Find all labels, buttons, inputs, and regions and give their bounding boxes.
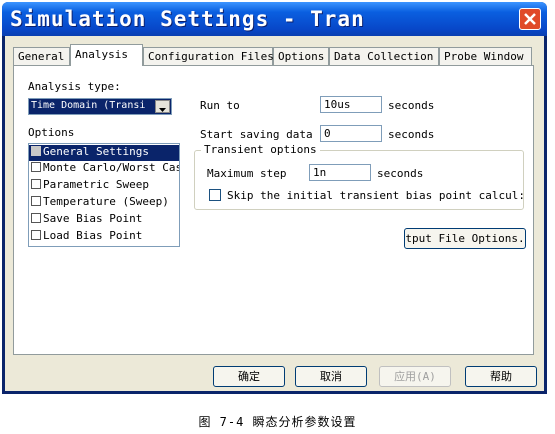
tab-options[interactable]: Options xyxy=(273,47,329,65)
analysis-type-label: Analysis type: xyxy=(28,80,121,93)
ok-button[interactable]: 确定 xyxy=(213,366,285,387)
close-button[interactable] xyxy=(519,8,541,30)
checkbox-icon[interactable] xyxy=(31,162,41,172)
tab-data-collection[interactable]: Data Collection xyxy=(329,47,439,65)
analysis-panel: Analysis type: Time Domain (Transi Optio… xyxy=(13,65,534,355)
checkbox-icon[interactable] xyxy=(31,230,41,240)
start-saving-unit: seconds xyxy=(388,128,435,141)
checkbox-icon[interactable] xyxy=(31,179,41,189)
options-list[interactable]: General Settings Monte Carlo/Worst Cas P… xyxy=(28,143,180,247)
checkbox-icon[interactable] xyxy=(31,213,41,223)
list-item-monte-carlo[interactable]: Monte Carlo/Worst Cas xyxy=(31,161,179,177)
list-item-general-settings[interactable]: General Settings xyxy=(29,145,179,161)
checkbox-checked-icon[interactable] xyxy=(31,146,41,156)
transient-options-label: Transient options xyxy=(201,143,320,156)
analysis-type-value: Time Domain (Transi xyxy=(31,100,146,111)
run-to-label: Run to xyxy=(200,99,240,112)
maximum-step-input[interactable]: 1n xyxy=(309,164,371,181)
tab-configuration-files[interactable]: Configuration Files xyxy=(143,47,274,65)
dropdown-arrow-button[interactable] xyxy=(155,100,170,113)
window-title: Simulation Settings - Tran xyxy=(10,7,365,31)
chevron-down-icon xyxy=(159,108,166,112)
run-to-unit: seconds xyxy=(388,99,435,112)
transient-options-group: Transient options Maximum step 1n second… xyxy=(194,143,526,210)
tab-analysis[interactable]: Analysis xyxy=(70,44,143,66)
tab-general[interactable]: General xyxy=(13,47,70,65)
list-item-temperature-sweep[interactable]: Temperature (Sweep) xyxy=(31,195,169,211)
help-button[interactable]: 帮助 xyxy=(465,366,537,387)
dialog-body: General Analysis Configuration Files Opt… xyxy=(5,36,544,391)
maximum-step-label: Maximum step xyxy=(207,167,287,180)
figure-caption: 图 7-4 瞬态分析参数设置 xyxy=(198,415,357,429)
title-bar[interactable]: Simulation Settings - Tran xyxy=(2,2,547,36)
list-item-load-bias-point[interactable]: Load Bias Point xyxy=(31,229,142,245)
analysis-type-select[interactable]: Time Domain (Transi xyxy=(28,98,172,115)
start-saving-label: Start saving data xyxy=(200,128,313,141)
run-to-input[interactable]: 10us xyxy=(320,96,382,113)
list-item-parametric-sweep[interactable]: Parametric Sweep xyxy=(31,178,149,194)
close-icon xyxy=(524,13,536,25)
checkbox-icon[interactable] xyxy=(31,196,41,206)
list-item-save-bias-point[interactable]: Save Bias Point xyxy=(31,212,142,228)
simulation-settings-window: Simulation Settings - Tran General Analy… xyxy=(2,2,547,394)
output-file-options-button[interactable]: tput File Options. xyxy=(404,228,526,249)
apply-button[interactable]: 应用(A) xyxy=(379,366,451,387)
skip-bias-point-checkbox[interactable] xyxy=(209,189,221,201)
start-saving-input[interactable]: 0 xyxy=(320,125,382,142)
skip-bias-point-label: Skip the initial transient bias point ca… xyxy=(227,189,526,202)
options-label: Options xyxy=(28,126,75,139)
cancel-button[interactable]: 取消 xyxy=(295,366,367,387)
tab-probe-window[interactable]: Probe Window xyxy=(439,47,532,65)
maximum-step-unit: seconds xyxy=(377,167,424,180)
